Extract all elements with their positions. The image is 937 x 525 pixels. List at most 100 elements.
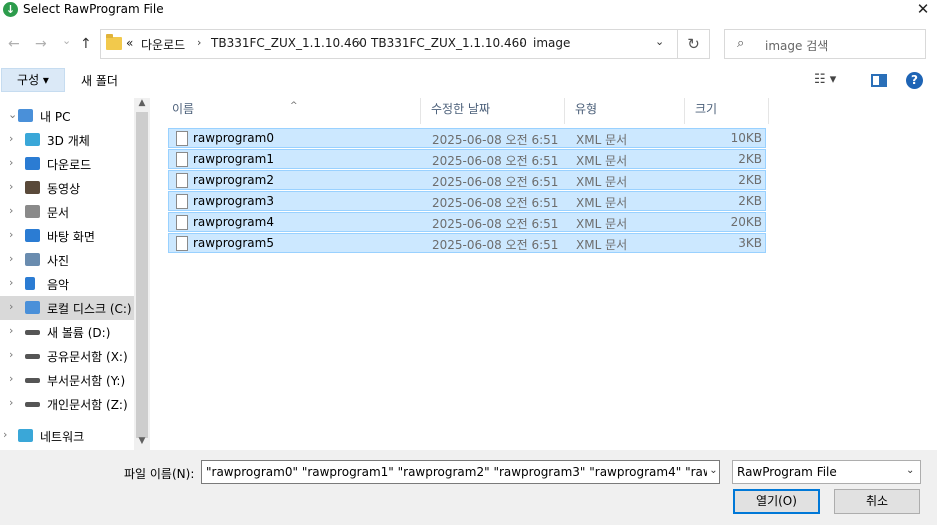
- chevron-right-icon[interactable]: ›: [9, 228, 13, 241]
- scroll-down-arrow-icon[interactable]: ▼: [134, 436, 150, 450]
- file-name: rawprogram5: [193, 236, 274, 250]
- column-header-name[interactable]: 이름 ^: [162, 98, 421, 124]
- file-modified: 2025-06-08 오전 6:51: [432, 133, 559, 147]
- file-row[interactable]: rawprogram4 2025-06-08 오전 6:51 XML 문서 20…: [168, 212, 766, 232]
- file-row[interactable]: rawprogram3 2025-06-08 오전 6:51 XML 문서 2K…: [168, 191, 766, 211]
- filter-dropdown-chevron-icon[interactable]: ⌄: [906, 465, 914, 476]
- file-size: 10KB: [730, 131, 762, 145]
- file-row[interactable]: rawprogram2 2025-06-08 오전 6:51 XML 문서 2K…: [168, 170, 766, 190]
- filename-label: 파일 이름(N):: [124, 467, 195, 481]
- chevron-right-icon[interactable]: ›: [9, 276, 13, 289]
- address-dropdown-chevron-icon[interactable]: ⌄: [655, 35, 664, 48]
- file-modified: 2025-06-08 오전 6:51: [432, 196, 559, 210]
- network-icon: [18, 429, 33, 442]
- view-options-button[interactable]: ☷ ▾: [814, 72, 836, 87]
- file-row[interactable]: rawprogram1 2025-06-08 오전 6:51 XML 문서 2K…: [168, 149, 766, 169]
- sidebar-item-this-pc[interactable]: ⌄ 내 PC: [0, 104, 134, 128]
- up-folder-arrow-icon[interactable]: ↑: [80, 34, 92, 54]
- file-name: rawprogram4: [193, 215, 274, 229]
- organize-button[interactable]: 구성 ▾: [1, 68, 65, 92]
- sidebar-item-documents[interactable]: › 문서: [0, 200, 134, 224]
- chevron-right-icon[interactable]: ›: [9, 372, 13, 385]
- chevron-right-icon[interactable]: ›: [9, 132, 13, 145]
- sidebar-item-pictures[interactable]: › 사진: [0, 248, 134, 272]
- filename-input[interactable]: "rawprogram0" "rawprogram1" "rawprogram2…: [201, 460, 720, 484]
- new-folder-button[interactable]: 새 폴더: [81, 72, 118, 89]
- expanded-chevron-icon[interactable]: ⌄: [8, 108, 17, 121]
- back-arrow-icon[interactable]: ←: [8, 34, 20, 54]
- breadcrumb-separator[interactable]: ›: [519, 36, 523, 49]
- chevron-right-icon[interactable]: ›: [9, 396, 13, 409]
- breadcrumb-separator[interactable]: ›: [357, 36, 361, 49]
- sidebar-item-label: 부서문서함 (Y:): [47, 374, 126, 388]
- chevron-right-icon[interactable]: ›: [9, 156, 13, 169]
- sidebar-item-desktop[interactable]: › 바탕 화면: [0, 224, 134, 248]
- close-button[interactable]: ✕: [912, 0, 934, 18]
- file-row[interactable]: rawprogram5 2025-06-08 오전 6:51 XML 문서 3K…: [168, 233, 766, 253]
- sidebar-item-label: 문서: [47, 206, 70, 220]
- sidebar-item-network[interactable]: › 네트워크: [0, 424, 134, 448]
- sidebar-item-local-disk-c[interactable]: › 로컬 디스크 (C:): [0, 296, 134, 320]
- breadcrumb-separator[interactable]: ›: [197, 36, 201, 49]
- address-bar[interactable]: « 다운로드 › TB331FC_ZUX_1.1.10.460 › TB331F…: [100, 29, 678, 59]
- sidebar-item-label: 바탕 화면: [47, 230, 95, 244]
- sidebar-item-music[interactable]: › 음악: [0, 272, 134, 296]
- scroll-up-arrow-icon[interactable]: ▲: [134, 98, 150, 112]
- breadcrumb-folder-2[interactable]: TB331FC_ZUX_1.1.10.460: [371, 36, 527, 50]
- sidebar-item-3d-objects[interactable]: › 3D 개체: [0, 128, 134, 152]
- file-row[interactable]: rawprogram0 2025-06-08 오전 6:51 XML 문서 10…: [168, 128, 766, 148]
- chevron-right-icon[interactable]: ›: [9, 324, 13, 337]
- sidebar-item-personal-z[interactable]: › 개인문서함 (Z:): [0, 392, 134, 416]
- chevron-right-icon[interactable]: ›: [9, 348, 13, 361]
- file-list[interactable]: 이름 ^ 수정한 날짜 유형 크기 rawprogram0 2025-06-08…: [162, 98, 937, 450]
- breadcrumb-overflow[interactable]: «: [126, 36, 133, 50]
- navigation-scrollbar[interactable]: ▲ ▼: [134, 98, 150, 450]
- breadcrumb-folder-1[interactable]: TB331FC_ZUX_1.1.10.460: [211, 36, 367, 50]
- sidebar-item-downloads[interactable]: › 다운로드: [0, 152, 134, 176]
- recent-locations-chevron-icon[interactable]: ⌄: [62, 31, 71, 51]
- folder-icon: [106, 34, 122, 50]
- preview-pane-icon[interactable]: [871, 74, 887, 87]
- file-size: 2KB: [738, 194, 762, 208]
- sidebar-item-label: 로컬 디스크 (C:): [47, 302, 132, 316]
- filename-dropdown-chevron-icon[interactable]: ⌄: [707, 465, 719, 480]
- scrollbar-thumb[interactable]: [136, 112, 148, 438]
- refresh-button[interactable]: ↻: [678, 29, 710, 59]
- sidebar-item-dept-y[interactable]: › 부서문서함 (Y:): [0, 368, 134, 392]
- cube-icon: [25, 133, 40, 146]
- chevron-right-icon[interactable]: ›: [3, 428, 7, 441]
- download-icon: [25, 157, 40, 170]
- sidebar-item-label: 다운로드: [47, 158, 92, 172]
- column-header-modified[interactable]: 수정한 날짜: [421, 98, 565, 124]
- xml-file-icon: [176, 215, 188, 230]
- chevron-right-icon[interactable]: ›: [9, 204, 13, 217]
- sidebar-item-volume-d[interactable]: › 새 볼륨 (D:): [0, 320, 134, 344]
- open-button[interactable]: 열기(O): [733, 489, 820, 514]
- download-icon: ↓: [3, 2, 18, 17]
- file-type: XML 문서: [576, 196, 628, 210]
- chevron-right-icon[interactable]: ›: [9, 300, 13, 313]
- computer-icon: [18, 109, 33, 122]
- cancel-button[interactable]: 취소: [834, 489, 920, 514]
- help-button[interactable]: ?: [906, 72, 923, 89]
- breadcrumb-image[interactable]: image: [533, 36, 570, 50]
- sidebar-item-shared-x[interactable]: › 공유문서함 (X:): [0, 344, 134, 368]
- file-size: 2KB: [738, 173, 762, 187]
- sort-ascending-icon: ^: [290, 101, 298, 111]
- file-size: 3KB: [738, 236, 762, 250]
- chevron-right-icon[interactable]: ›: [9, 180, 13, 193]
- column-header-size[interactable]: 크기: [685, 98, 769, 124]
- column-header-name-label: 이름: [172, 102, 195, 116]
- breadcrumb-downloads[interactable]: 다운로드: [141, 36, 185, 53]
- file-type: XML 문서: [576, 133, 628, 147]
- chevron-right-icon[interactable]: ›: [9, 252, 13, 265]
- file-type-filter-select[interactable]: RawProgram File ⌄: [732, 460, 921, 484]
- sidebar-item-videos[interactable]: › 동영상: [0, 176, 134, 200]
- forward-arrow-icon[interactable]: →: [35, 34, 47, 54]
- network-drive-icon: [25, 354, 40, 359]
- search-input[interactable]: ⌕ image 검색: [724, 29, 926, 59]
- filename-value: "rawprogram0" "rawprogram1" "rawprogram2…: [206, 465, 720, 479]
- navigation-pane[interactable]: ⌄ 내 PC › 3D 개체 › 다운로드 › 동영상 › 문서 › 바탕 화면…: [0, 98, 134, 450]
- column-header-type[interactable]: 유형: [565, 98, 685, 124]
- window-title: Select RawProgram File: [23, 2, 164, 16]
